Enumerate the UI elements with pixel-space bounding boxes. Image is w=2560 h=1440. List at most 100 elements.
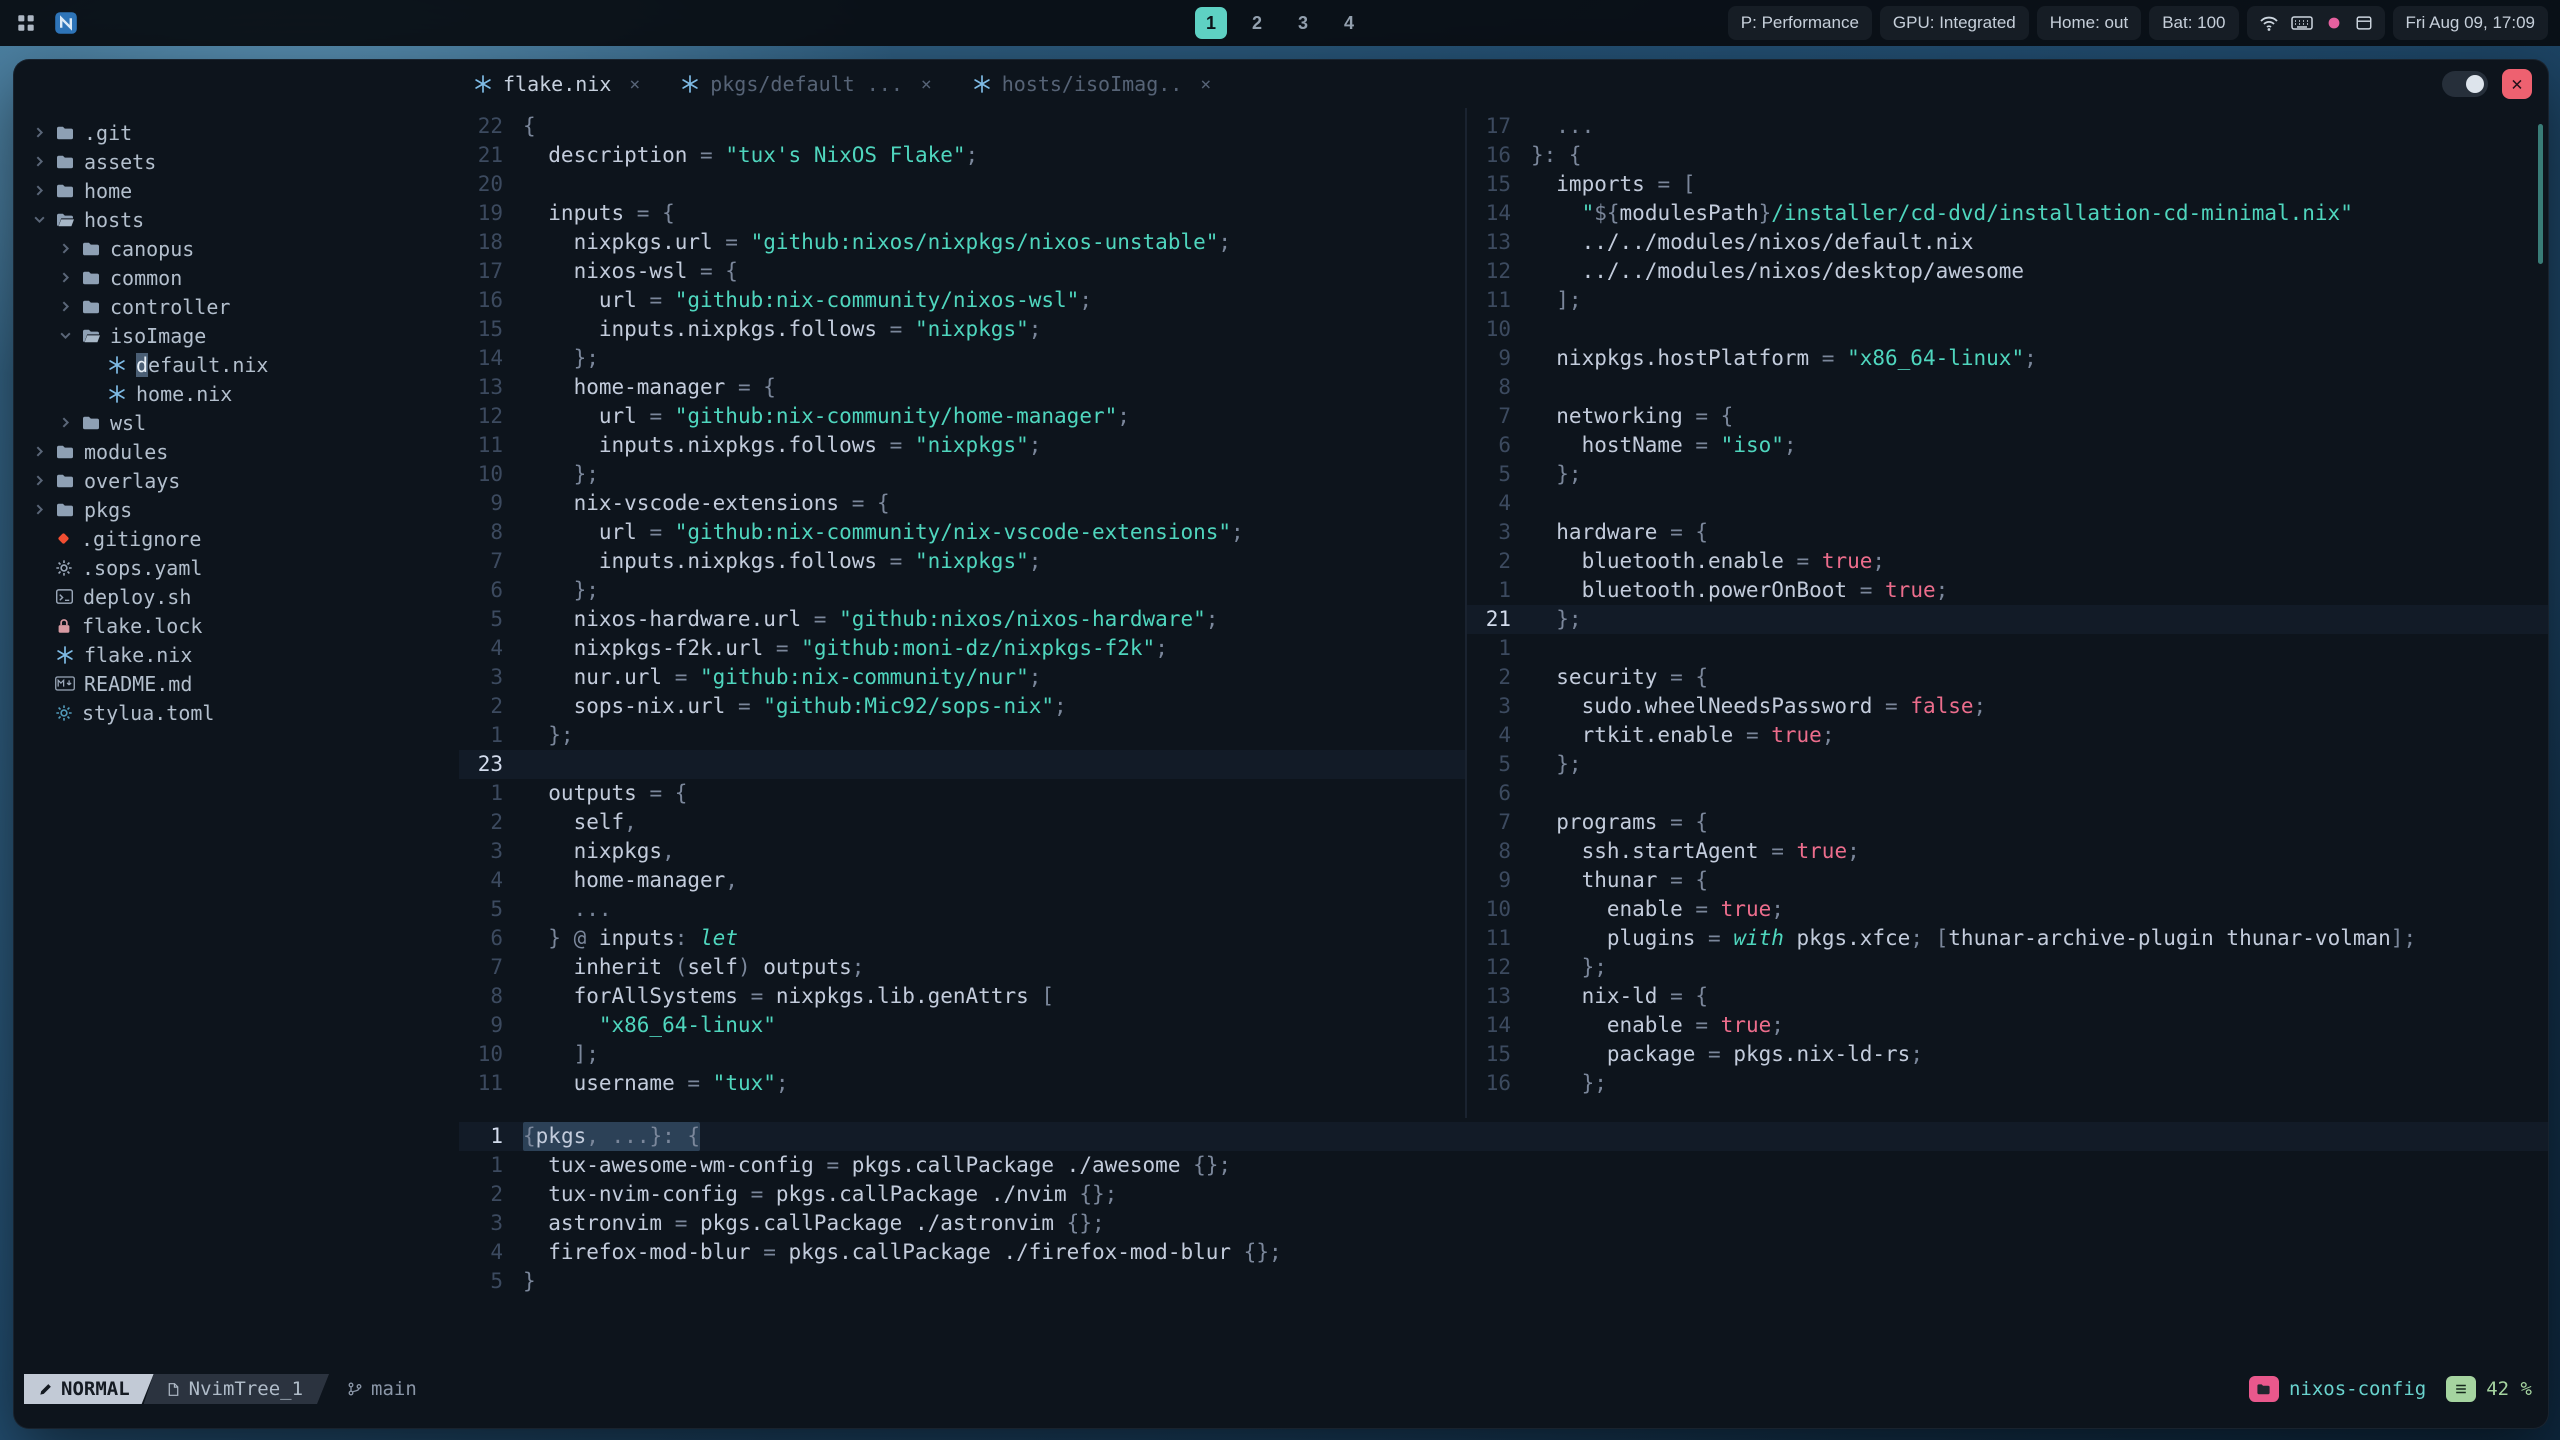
tab-pkgs-default[interactable]: pkgs/default ... × [666, 60, 946, 108]
wifi-icon[interactable] [2259, 13, 2279, 33]
tree-item-flake-lock[interactable]: flake.lock [32, 611, 459, 640]
code-line[interactable]: 10 [1467, 315, 2548, 344]
code-line[interactable]: 8 forAllSystems = nixpkgs.lib.genAttrs [ [459, 982, 1465, 1011]
code-line[interactable]: 16 url = "github:nix-community/nixos-wsl… [459, 286, 1465, 315]
code-line[interactable]: 15 package = pkgs.nix-ld-rs; [1467, 1040, 2548, 1069]
code-line[interactable]: 2 sops-nix.url = "github:Mic92/sops-nix"… [459, 692, 1465, 721]
chevron-right-icon[interactable] [32, 503, 46, 516]
code-line[interactable]: 2 self, [459, 808, 1465, 837]
workspace-button-1[interactable]: 1 [1195, 7, 1227, 39]
launcher-icon[interactable] [12, 9, 40, 37]
workspace-button-2[interactable]: 2 [1241, 7, 1273, 39]
code-line[interactable]: 22 { [459, 112, 1465, 141]
tree-item-home-nix[interactable]: home.nix [32, 379, 459, 408]
code-line[interactable]: 1 {pkgs, ...}: { [459, 1122, 2548, 1151]
code-line[interactable]: 16}: { [1467, 141, 2548, 170]
chevron-down-icon[interactable] [58, 329, 72, 342]
tree-item-deploy-sh[interactable]: deploy.sh [32, 582, 459, 611]
code-line[interactable]: 21 }; [1467, 605, 2548, 634]
code-line[interactable]: 4 nixpkgs-f2k.url = "github:moni-dz/nixp… [459, 634, 1465, 663]
code-line[interactable]: 14 "${modulesPath}/installer/cd-dvd/inst… [1467, 199, 2548, 228]
code-line[interactable]: 3 hardware = { [1467, 518, 2548, 547]
chevron-right-icon[interactable] [58, 242, 72, 255]
tab-close-icon[interactable]: × [1200, 74, 1211, 95]
code-line[interactable]: 11 ]; [1467, 286, 2548, 315]
code-line[interactable]: 8 [1467, 373, 2548, 402]
code-line[interactable]: 6 }; [459, 576, 1465, 605]
code-line[interactable]: 9 "x86_64-linux" [459, 1011, 1465, 1040]
workspace-button-4[interactable]: 4 [1333, 7, 1365, 39]
code-line[interactable]: 2 security = { [1467, 663, 2548, 692]
code-line[interactable]: 5} [459, 1267, 2548, 1296]
tree-item-pkgs[interactable]: pkgs [32, 495, 459, 524]
tab-flake-nix[interactable]: flake.nix × [459, 60, 654, 108]
app-icon[interactable] [52, 9, 80, 37]
tree-item-flake-nix[interactable]: flake.nix [32, 640, 459, 669]
tree-item-git[interactable]: .git [32, 118, 459, 147]
code-line[interactable]: 4 rtkit.enable = true; [1467, 721, 2548, 750]
chevron-right-icon[interactable] [32, 126, 46, 139]
tree-item-modules[interactable]: modules [32, 437, 459, 466]
tree-item-canopus[interactable]: canopus [32, 234, 459, 263]
code-line[interactable]: 9 thunar = { [1467, 866, 2548, 895]
code-line[interactable]: 23 [459, 750, 1465, 779]
chevron-right-icon[interactable] [58, 416, 72, 429]
code-line[interactable]: 7 inputs.nixpkgs.follows = "nixpkgs"; [459, 547, 1465, 576]
tree-item-overlays[interactable]: overlays [32, 466, 459, 495]
tab-hosts-isoimag[interactable]: hosts/isoImag.. × [958, 60, 1225, 108]
code-line[interactable]: 14 }; [459, 344, 1465, 373]
chevron-right-icon[interactable] [58, 300, 72, 313]
status-dot-icon[interactable] [2325, 14, 2343, 32]
code-line[interactable]: 2 bluetooth.enable = true; [1467, 547, 2548, 576]
code-line[interactable]: 19 inputs = { [459, 199, 1465, 228]
tab-close-icon[interactable]: × [921, 74, 932, 95]
code-line[interactable]: 5 nixos-hardware.url = "github:nixos/nix… [459, 605, 1465, 634]
tree-item-default-nix[interactable]: default.nix [32, 350, 459, 379]
code-line[interactable]: 3 nur.url = "github:nix-community/nur"; [459, 663, 1465, 692]
code-line[interactable]: 7 programs = { [1467, 808, 2548, 837]
tree-item-home[interactable]: home [32, 176, 459, 205]
keyboard-icon[interactable] [2290, 15, 2313, 31]
code-line[interactable]: 15 inputs.nixpkgs.follows = "nixpkgs"; [459, 315, 1465, 344]
code-line[interactable]: 3 nixpkgs, [459, 837, 1465, 866]
code-line[interactable]: 8 ssh.startAgent = true; [1467, 837, 2548, 866]
code-line[interactable]: 9 nix-vscode-extensions = { [459, 489, 1465, 518]
code-line[interactable]: 18 nixpkgs.url = "github:nixos/nixpkgs/n… [459, 228, 1465, 257]
code-line[interactable]: 21 description = "tux's NixOS Flake"; [459, 141, 1465, 170]
code-line[interactable]: 17 ... [1467, 112, 2548, 141]
code-line[interactable]: 13 home-manager = { [459, 373, 1465, 402]
code-line[interactable]: 1 outputs = { [459, 779, 1465, 808]
code-line[interactable]: 4 [1467, 489, 2548, 518]
tree-item-sops-yaml[interactable]: .sops.yaml [32, 553, 459, 582]
code-line[interactable]: 10 ]; [459, 1040, 1465, 1069]
code-line[interactable]: 8 url = "github:nix-community/nix-vscode… [459, 518, 1465, 547]
tree-item-isoimage[interactable]: isoImage [32, 321, 459, 350]
code-line[interactable]: 6 hostName = "iso"; [1467, 431, 2548, 460]
tree-item-hosts[interactable]: hosts [32, 205, 459, 234]
code-line[interactable]: 5 }; [1467, 750, 2548, 779]
code-line[interactable]: 11 plugins = with pkgs.xfce; [thunar-arc… [1467, 924, 2548, 953]
tree-item-wsl[interactable]: wsl [32, 408, 459, 437]
code-line[interactable]: 1 bluetooth.powerOnBoot = true; [1467, 576, 2548, 605]
code-line[interactable]: 10 }; [459, 460, 1465, 489]
code-line[interactable]: 5 ... [459, 895, 1465, 924]
tab-close-icon[interactable]: × [629, 74, 640, 95]
code-line[interactable]: 15 imports = [ [1467, 170, 2548, 199]
code-line[interactable]: 1 tux-awesome-wm-config = pkgs.callPacka… [459, 1151, 2548, 1180]
code-line[interactable]: 4 home-manager, [459, 866, 1465, 895]
code-line[interactable]: 11 inputs.nixpkgs.follows = "nixpkgs"; [459, 431, 1465, 460]
chevron-right-icon[interactable] [58, 271, 72, 284]
tree-item-gitignore[interactable]: .gitignore [32, 524, 459, 553]
code-line[interactable]: 13 ../../modules/nixos/default.nix [1467, 228, 2548, 257]
code-line[interactable]: 1 }; [459, 721, 1465, 750]
code-line[interactable]: 12 }; [1467, 953, 2548, 982]
chevron-right-icon[interactable] [32, 445, 46, 458]
code-line[interactable]: 6 [1467, 779, 2548, 808]
chevron-right-icon[interactable] [32, 474, 46, 487]
tree-item-common[interactable]: common [32, 263, 459, 292]
tree-item-readme-md[interactable]: README.md [32, 669, 459, 698]
code-line[interactable]: 4 firefox-mod-blur = pkgs.callPackage ./… [459, 1238, 2548, 1267]
code-line[interactable]: 12 url = "github:nix-community/home-mana… [459, 402, 1465, 431]
chevron-down-icon[interactable] [32, 213, 46, 226]
code-line[interactable]: 9 nixpkgs.hostPlatform = "x86_64-linux"; [1467, 344, 2548, 373]
